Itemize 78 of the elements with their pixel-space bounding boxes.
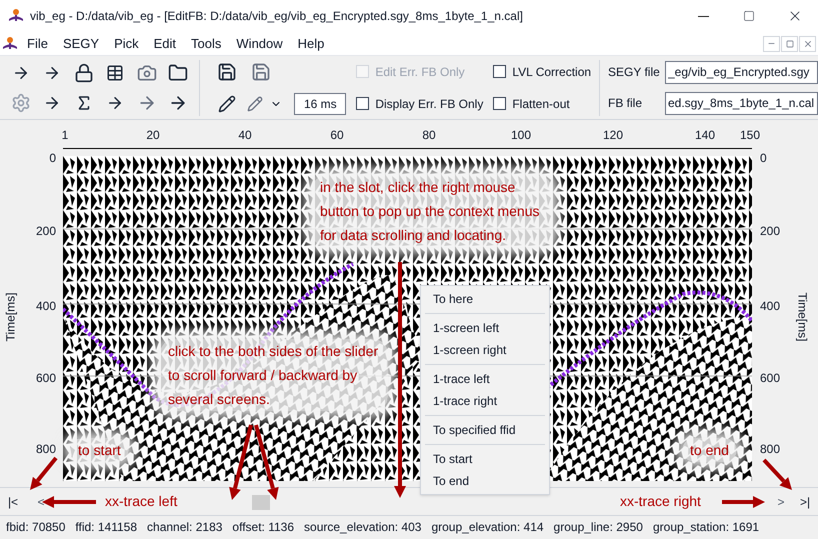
scroll-start-button[interactable]: |<: [4, 492, 22, 510]
annotation-arrow: [42, 496, 96, 508]
context-menu-item[interactable]: To here: [425, 288, 545, 310]
menu-item[interactable]: SEGY: [58, 34, 104, 54]
context-menu-item[interactable]: To end: [425, 470, 545, 492]
menu-item[interactable]: Window: [231, 34, 288, 54]
axis-label: 120: [602, 127, 624, 144]
context-menu-item[interactable]: To start: [425, 448, 545, 470]
file-path-field[interactable]: _eg/vib_eg_Encrypted.sgy: [665, 60, 818, 84]
close-icon: [802, 38, 812, 48]
axis-label: 200: [760, 223, 780, 240]
axis-label: 800: [34, 441, 56, 458]
axis-label: 100: [510, 127, 532, 144]
app-logo-icon: [8, 8, 24, 24]
status-field: group_elevation: 414: [431, 518, 544, 536]
axis-label: 400: [760, 298, 780, 315]
checkbox-label: Flatten-out: [512, 96, 570, 112]
axis-title: Time[ms]: [794, 292, 810, 342]
status-field: group_station: 1691: [652, 518, 760, 536]
context-menu-item[interactable]: To specified ffid: [425, 419, 545, 441]
menu-item[interactable]: Help: [292, 34, 330, 54]
axis-label: 150: [740, 127, 760, 144]
checkbox-label: Display Err. FB Only: [375, 96, 484, 112]
field-label: FB file: [608, 95, 644, 112]
interval-field[interactable]: 16 ms: [294, 92, 346, 114]
axis-label: 1: [62, 127, 68, 144]
axis-label: 200: [34, 223, 56, 240]
status-field: group_line: 2950: [554, 518, 643, 536]
checkbox-label: Edit Err. FB Only: [375, 64, 465, 80]
axis-label: 140: [694, 127, 716, 144]
checkbox[interactable]: [493, 65, 506, 78]
annotation-arrow: [722, 496, 765, 508]
mdi-restore-button[interactable]: [781, 36, 798, 52]
window-title: vib_eg - D:/data/vib_eg - [EditFB: D:/data/vib_eg/vib_eg_Encrypted.sgy_8ms_1byte_1_n.cal]: [30, 8, 523, 25]
app-logo-icon: [2, 36, 18, 52]
menu-item[interactable]: Pick: [109, 34, 144, 54]
field-label: SEGY file: [608, 64, 661, 81]
axis-label: 400: [34, 298, 56, 315]
axis-title: Time[ms]: [2, 292, 18, 342]
context-menu-item[interactable]: 1-trace right: [425, 390, 545, 412]
axis-label: 20: [146, 127, 160, 144]
scroll-end-button[interactable]: >|: [796, 492, 814, 510]
file-path-field[interactable]: ed.sgy_8ms_1byte_1_n.cal: [665, 92, 818, 114]
annotation-arrow: [30, 456, 58, 490]
checkbox-label: LVL Correction: [512, 64, 592, 80]
menu-item[interactable]: Edit: [148, 34, 182, 54]
status-field: offset: 1136: [232, 518, 294, 536]
status-field: source_elevation: 403: [304, 518, 422, 536]
annotation-text: to start: [70, 438, 129, 462]
axis-label: 600: [34, 370, 56, 387]
context-menu-item[interactable]: 1-screen right: [425, 339, 545, 361]
axis-label: 40: [238, 127, 252, 144]
scroll-thumb[interactable]: [252, 494, 270, 510]
annotation-text: xx-trace right: [620, 492, 701, 511]
axis-label: 60: [330, 127, 344, 144]
annotation-arrow: [762, 458, 792, 490]
menu-item[interactable]: Tools: [186, 34, 226, 54]
annotation-text: to end: [682, 438, 737, 462]
restore-icon: [786, 40, 794, 48]
menu-item[interactable]: File: [22, 34, 53, 54]
context-menu-item[interactable]: 1-trace left: [425, 368, 545, 390]
axis-label: 0: [760, 150, 767, 167]
axis-label: 80: [422, 127, 436, 144]
context-menu-item[interactable]: 1-screen left: [425, 317, 545, 339]
status-field: ffid: 141158: [75, 518, 138, 536]
axis-label: 0: [48, 150, 56, 167]
checkbox[interactable]: [356, 97, 370, 110]
status-field: fbid: 70850: [6, 518, 66, 536]
axis-label: 600: [760, 370, 780, 387]
axis-label: 800: [760, 441, 780, 458]
scroll-right-button[interactable]: >: [772, 492, 790, 510]
annotation-text: xx-trace left: [105, 492, 178, 511]
scroll-left-button[interactable]: <: [32, 492, 50, 510]
status-field: channel: 2183: [147, 518, 222, 536]
annotation-text: click to the both sides of the slider to scroll forward / backward by several screens.: [160, 339, 388, 411]
annotation-text: in the slot, click the right mouse button to pop up the context menus for data scrolling and locating.: [312, 175, 552, 247]
checkbox[interactable]: [493, 97, 506, 110]
maximize-icon: [743, 10, 755, 22]
